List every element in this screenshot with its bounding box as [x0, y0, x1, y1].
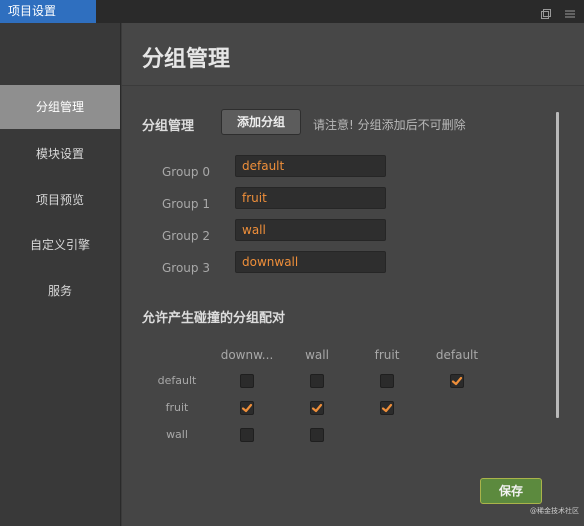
- collision-checkbox[interactable]: [240, 374, 254, 388]
- group-label: Group 3: [162, 261, 210, 275]
- scrollbar[interactable]: [556, 112, 559, 418]
- collision-row-header: fruit: [165, 401, 189, 414]
- collision-checkbox[interactable]: [380, 374, 394, 388]
- collision-row-header: default: [157, 374, 197, 387]
- collision-column-header: fruit: [374, 348, 400, 362]
- window-tab[interactable]: 项目设置: [0, 0, 96, 23]
- collision-row-header: wall: [166, 428, 188, 441]
- groups-section-label: 分组管理: [142, 119, 195, 134]
- menu-icon[interactable]: [564, 5, 576, 18]
- title-bar: 项目设置: [0, 0, 584, 23]
- group-label: Group 2: [162, 229, 210, 243]
- check-icon: [451, 376, 463, 386]
- sidebar-item-project-preview[interactable]: 项目预览: [0, 178, 120, 222]
- check-icon: [311, 403, 323, 413]
- sidebar-item-services[interactable]: 服务: [0, 269, 120, 313]
- content-panel: 分组管理 添加分组 请注意! 分组添加后不可删除 Group 0 default…: [122, 86, 584, 526]
- collision-column-header: default: [435, 348, 479, 362]
- save-button[interactable]: 保存: [480, 478, 542, 504]
- check-icon: [241, 403, 253, 413]
- collision-checkbox[interactable]: [310, 374, 324, 388]
- watermark: @稀金技术社区: [530, 507, 579, 515]
- group-name-field[interactable]: wall: [235, 219, 386, 241]
- group-name-field[interactable]: default: [235, 155, 386, 177]
- collision-column-header: wall: [305, 348, 329, 362]
- page-header: 分组管理: [122, 23, 584, 85]
- collision-checkbox-checked[interactable]: [450, 374, 464, 388]
- sidebar: 分组管理 模块设置 项目预览 自定义引擎 服务: [0, 23, 121, 526]
- group-label: Group 1: [162, 197, 210, 211]
- group-name-field[interactable]: fruit: [235, 187, 386, 209]
- collision-section-label: 允许产生碰撞的分组配对: [142, 311, 286, 326]
- sidebar-item-custom-engine[interactable]: 自定义引擎: [0, 223, 120, 267]
- add-group-hint: 请注意! 分组添加后不可删除: [313, 118, 466, 132]
- collision-checkbox-checked[interactable]: [380, 401, 394, 415]
- collision-checkbox[interactable]: [240, 428, 254, 442]
- sidebar-item-group-manager[interactable]: 分组管理: [0, 85, 120, 129]
- group-label: Group 0: [162, 165, 210, 179]
- collision-checkbox-checked[interactable]: [310, 401, 324, 415]
- collision-checkbox-checked[interactable]: [240, 401, 254, 415]
- group-name-field[interactable]: downwall: [235, 251, 386, 273]
- collision-column-header: downw...: [220, 348, 274, 362]
- window-icon[interactable]: [540, 5, 552, 19]
- add-group-button[interactable]: 添加分组: [221, 109, 301, 135]
- check-icon: [381, 403, 393, 413]
- page-title: 分组管理: [142, 47, 231, 72]
- collision-checkbox[interactable]: [310, 428, 324, 442]
- sidebar-item-module-settings[interactable]: 模块设置: [0, 132, 120, 176]
